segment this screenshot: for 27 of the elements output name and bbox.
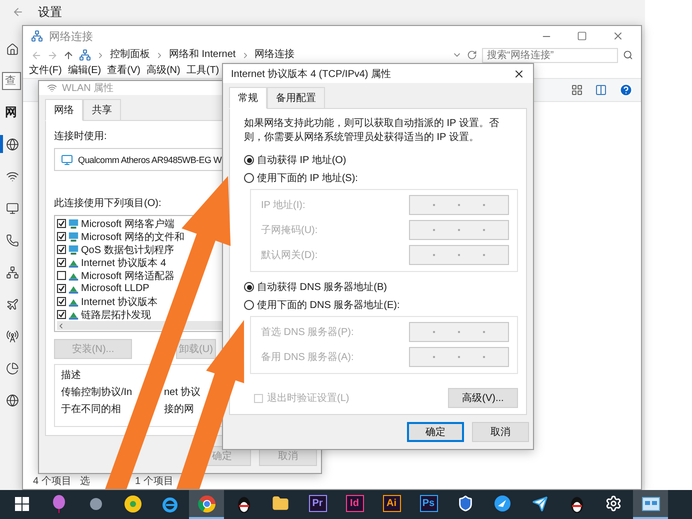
field-label: 此连接使用下列项目(O): bbox=[54, 196, 162, 210]
field-label: 首选 DNS 服务器(P): bbox=[261, 326, 354, 339]
radio-label: 自动获得 DNS 服务器地址(B) bbox=[257, 280, 387, 294]
window-title: 设置 bbox=[38, 4, 62, 20]
radio-label: 自动获得 IP 地址(O) bbox=[257, 154, 346, 167]
field-label: 默认网关(D): bbox=[261, 248, 318, 262]
group-title: 描述 bbox=[61, 368, 81, 382]
description-text: 传输控制协议/In bbox=[61, 386, 132, 399]
checkbox-label: 退出时验证设置(L) bbox=[267, 392, 350, 405]
intro-text: 如果网络支持此功能，则可以获取自动指派的 IP 设置。否则，你需要从网络系统管理员处获得适当的 IP 设置。 bbox=[244, 117, 500, 145]
field-label: 备用 DNS 服务器(A): bbox=[261, 351, 354, 364]
radio-label: 使用下面的 IP 地址(S): bbox=[257, 172, 358, 185]
field-label: IP 地址(I): bbox=[261, 198, 306, 212]
dialog-title: Internet 协议版本 4 (TCP/IPv4) 属性 bbox=[231, 68, 392, 80]
field-label: 子网掩码(U): bbox=[261, 224, 318, 237]
field-label: 连接时使用: bbox=[54, 130, 107, 143]
status-text: 4 个项目 bbox=[33, 476, 72, 488]
description-text: net 协议 bbox=[164, 386, 201, 399]
radio-label: 使用下面的 DNS 服务器地址(E): bbox=[257, 298, 400, 312]
description-text: 接的网 bbox=[164, 402, 194, 416]
adapter-name: Qualcomm Atheros AR9485WB-EG W bbox=[78, 154, 222, 165]
window-title: 网络连接 bbox=[49, 30, 93, 44]
status-text: 1 个项目 bbox=[135, 476, 174, 488]
dialog-title: WLAN 属性 bbox=[62, 82, 114, 95]
section-heading: 网 bbox=[5, 104, 17, 121]
description-text: 于在不同的相 bbox=[61, 402, 121, 416]
status-text: 选 bbox=[80, 476, 91, 488]
